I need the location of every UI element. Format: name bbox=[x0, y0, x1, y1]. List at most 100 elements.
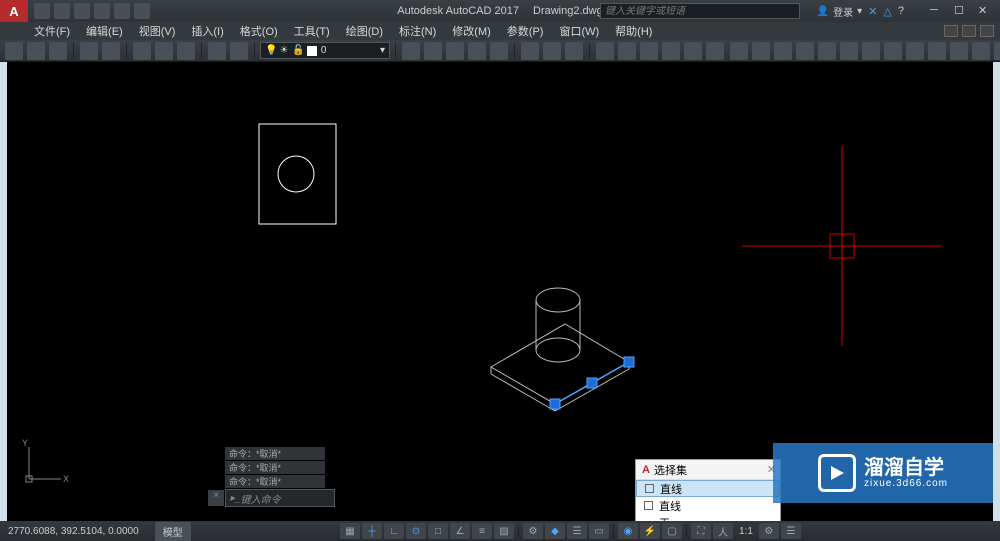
tool-paste-icon[interactable] bbox=[177, 42, 195, 60]
tool-save-icon[interactable] bbox=[49, 42, 67, 60]
title-right-cluster: 👤 登录 ▾ ✕ △ ? ─ ☐ ✕ bbox=[817, 4, 992, 19]
tool-offset-icon[interactable] bbox=[994, 42, 1000, 60]
tool-rotate-icon[interactable] bbox=[906, 42, 924, 60]
ortho-toggle-icon[interactable]: ∟ bbox=[384, 523, 404, 539]
menu-help[interactable]: 帮助(H) bbox=[615, 23, 652, 39]
menu-view[interactable]: 视图(V) bbox=[139, 23, 176, 39]
tool-palette-icon[interactable] bbox=[640, 42, 658, 60]
polar-toggle-icon[interactable]: ⊙ bbox=[406, 523, 426, 539]
tool-hatch-icon[interactable] bbox=[840, 42, 858, 60]
qat-plot-icon[interactable] bbox=[134, 3, 150, 19]
tool-circle-icon[interactable] bbox=[774, 42, 792, 60]
tool-copy-icon[interactable] bbox=[155, 42, 173, 60]
qat-undo-icon[interactable] bbox=[94, 3, 110, 19]
anno-visibility-icon[interactable]: 人 bbox=[713, 523, 733, 539]
customize-icon[interactable]: ☰ bbox=[781, 523, 801, 539]
tool-dim-aligned-icon[interactable] bbox=[424, 42, 442, 60]
hardware-accel-icon[interactable]: ⚡ bbox=[640, 523, 660, 539]
tool-new-icon[interactable] bbox=[5, 42, 23, 60]
tool-open-icon[interactable] bbox=[27, 42, 45, 60]
tool-dim-linear-icon[interactable] bbox=[402, 42, 420, 60]
menu-draw[interactable]: 绘图(D) bbox=[346, 23, 383, 39]
mdi-close-button[interactable] bbox=[980, 25, 994, 37]
grid-toggle-icon[interactable]: ▦ bbox=[340, 523, 360, 539]
anno-scale-icon[interactable]: ⛶ bbox=[691, 523, 711, 539]
mdi-minimize-button[interactable] bbox=[944, 25, 958, 37]
selection-item[interactable]: 直线 bbox=[636, 497, 780, 514]
tool-orbit-icon[interactable] bbox=[565, 42, 583, 60]
tool-matchprop-icon[interactable] bbox=[208, 42, 226, 60]
quickprop-icon[interactable]: ▭ bbox=[589, 523, 609, 539]
maximize-button[interactable]: ☐ bbox=[954, 4, 968, 18]
search-input[interactable] bbox=[600, 3, 800, 19]
annotation-monitor-icon[interactable]: ◆ bbox=[545, 523, 565, 539]
help-icon[interactable]: ? bbox=[898, 5, 904, 17]
tool-extend-icon[interactable] bbox=[950, 42, 968, 60]
mdi-restore-button[interactable] bbox=[962, 25, 976, 37]
osnap-toggle-icon[interactable]: □ bbox=[428, 523, 448, 539]
menu-edit[interactable]: 编辑(E) bbox=[86, 23, 123, 39]
tool-leader-icon[interactable] bbox=[446, 42, 464, 60]
toolbar-sep bbox=[395, 43, 396, 59]
coordinate-readout[interactable]: 2770.6088, 392.5104, 0.0000 bbox=[0, 526, 147, 537]
tool-sheetset-icon[interactable] bbox=[662, 42, 680, 60]
tool-trim-icon[interactable] bbox=[928, 42, 946, 60]
tool-markup-icon[interactable] bbox=[684, 42, 702, 60]
tool-zoom-icon[interactable] bbox=[543, 42, 561, 60]
drawing-canvas[interactable]: Y X 命令：*取消* 命令：*取消* 命令：*取消* ▸_ 键入命令 A 选择… bbox=[7, 62, 993, 521]
snap-toggle-icon[interactable]: ┼ bbox=[362, 523, 382, 539]
tool-arc-icon[interactable] bbox=[796, 42, 814, 60]
selection-popup-title[interactable]: A 选择集 ✕ bbox=[636, 460, 780, 480]
tool-block-icon[interactable] bbox=[230, 42, 248, 60]
minimize-button[interactable]: ─ bbox=[930, 4, 944, 18]
exchange-icon[interactable]: ✕ bbox=[868, 5, 877, 18]
tool-table-icon[interactable] bbox=[490, 42, 508, 60]
layer-dropdown[interactable]: 💡 ☀ 🔓 0 ▾ bbox=[260, 42, 390, 59]
tool-print-icon[interactable] bbox=[80, 42, 98, 60]
tool-text-icon[interactable] bbox=[468, 42, 486, 60]
qat-redo-icon[interactable] bbox=[114, 3, 130, 19]
command-input[interactable]: ▸_ 键入命令 bbox=[225, 489, 335, 507]
login-button[interactable]: 👤 登录 ▾ bbox=[817, 4, 862, 19]
play-icon bbox=[818, 454, 856, 492]
lweight-toggle-icon[interactable]: ≡ bbox=[472, 523, 492, 539]
status-bar: 2770.6088, 392.5104, 0.0000 模型 ▦ ┼ ∟ ⊙ □… bbox=[0, 521, 1000, 541]
menu-file[interactable]: 文件(F) bbox=[34, 23, 70, 39]
qat-open-icon[interactable] bbox=[54, 3, 70, 19]
menu-modify[interactable]: 修改(M) bbox=[452, 23, 491, 39]
quick-access-toolbar bbox=[28, 3, 156, 19]
clean-screen-icon[interactable]: ▢ bbox=[662, 523, 682, 539]
tool-scale-icon[interactable] bbox=[972, 42, 990, 60]
tool-calc-icon[interactable] bbox=[706, 42, 724, 60]
workspace-icon[interactable]: ⚙ bbox=[523, 523, 543, 539]
status-sep bbox=[518, 524, 519, 538]
menu-window[interactable]: 窗口(W) bbox=[559, 23, 599, 39]
tool-move-icon[interactable] bbox=[862, 42, 880, 60]
transparency-icon[interactable]: ▨ bbox=[494, 523, 514, 539]
otrack-toggle-icon[interactable]: ∠ bbox=[450, 523, 470, 539]
tool-copy2-icon[interactable] bbox=[884, 42, 902, 60]
menu-parametric[interactable]: 参数(P) bbox=[507, 23, 544, 39]
tool-preview-icon[interactable] bbox=[102, 42, 120, 60]
menu-format[interactable]: 格式(O) bbox=[240, 23, 278, 39]
tool-cut-icon[interactable] bbox=[133, 42, 151, 60]
autodesk-360-icon[interactable]: △ bbox=[883, 5, 891, 18]
close-button[interactable]: ✕ bbox=[978, 4, 992, 18]
tool-properties-icon[interactable] bbox=[596, 42, 614, 60]
selection-item[interactable]: 直线 bbox=[636, 480, 780, 497]
isolate-icon[interactable]: ◉ bbox=[618, 523, 638, 539]
tool-rect-icon[interactable] bbox=[818, 42, 836, 60]
tool-line-icon[interactable] bbox=[730, 42, 748, 60]
menu-insert[interactable]: 插入(I) bbox=[191, 23, 223, 39]
units-icon[interactable]: ☰ bbox=[567, 523, 587, 539]
tool-pan-icon[interactable] bbox=[521, 42, 539, 60]
tool-pline-icon[interactable] bbox=[752, 42, 770, 60]
tab-model[interactable]: 模型 bbox=[155, 522, 191, 541]
scale-label[interactable]: 1:1 bbox=[739, 526, 753, 537]
qat-save-icon[interactable] bbox=[74, 3, 90, 19]
menu-dimension[interactable]: 标注(N) bbox=[399, 23, 436, 39]
qat-new-icon[interactable] bbox=[34, 3, 50, 19]
menu-tools[interactable]: 工具(T) bbox=[294, 23, 330, 39]
workspace-switch-icon[interactable]: ⚙ bbox=[759, 523, 779, 539]
tool-design-center-icon[interactable] bbox=[618, 42, 636, 60]
